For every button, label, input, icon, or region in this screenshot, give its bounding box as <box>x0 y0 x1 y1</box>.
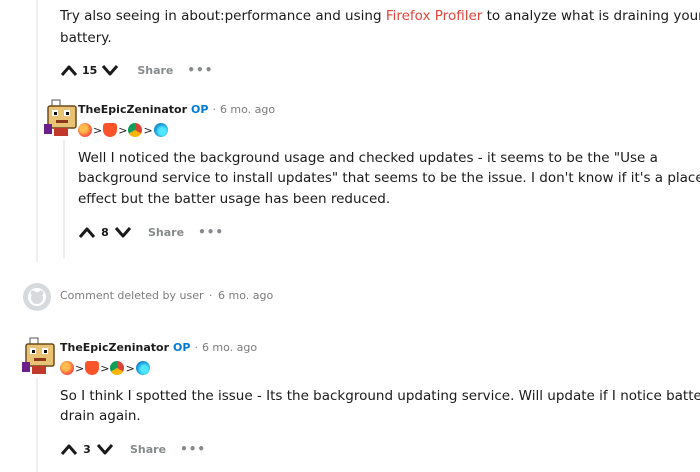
edge-icon <box>135 361 150 375</box>
op-badge: OP <box>173 340 191 354</box>
deleted-user-avatar <box>23 283 51 311</box>
chrome-icon <box>110 361 125 375</box>
more-options-button[interactable]: ••• <box>180 442 206 456</box>
vote-score: 8 <box>101 225 109 239</box>
meta-separator: · <box>194 340 198 354</box>
op-badge: OP <box>191 102 209 116</box>
comment-text: Try also seeing in about:performance and… <box>60 8 386 24</box>
vote-score: 15 <box>82 63 98 77</box>
edge-icon <box>153 123 168 137</box>
firefox-icon <box>60 361 74 375</box>
share-button[interactable]: Share <box>137 64 173 77</box>
comment-meta: TheEpicZeninator OP · 6 mo. ago <box>60 338 257 356</box>
firefox-icon <box>78 123 92 137</box>
arrow-up-icon[interactable] <box>58 438 80 460</box>
user-flair: > > > <box>78 121 168 139</box>
arrow-down-icon[interactable] <box>99 59 121 81</box>
flair-separator: > <box>125 361 135 375</box>
share-button[interactable]: Share <box>130 443 166 456</box>
thread-line-inner[interactable] <box>63 140 65 258</box>
deleted-comment-meta: Comment deleted by user · 6 mo. ago <box>60 289 273 302</box>
deleted-user-icon <box>28 288 46 306</box>
arrow-down-icon[interactable] <box>94 438 116 460</box>
comment-actions: 3 Share ••• <box>58 437 206 461</box>
firefox-profiler-link[interactable]: Firefox Profiler <box>386 8 483 24</box>
vote-score: 3 <box>83 442 91 456</box>
comment-body: Try also seeing in about:performance and… <box>60 4 700 28</box>
timestamp[interactable]: 6 mo. ago <box>218 289 273 302</box>
more-options-button[interactable]: ••• <box>198 225 224 239</box>
arrow-down-icon[interactable] <box>112 221 134 243</box>
avatar-icon <box>22 337 55 374</box>
brave-icon <box>103 123 118 137</box>
flair-separator: > <box>143 123 153 137</box>
avatar[interactable] <box>20 334 58 374</box>
deleted-comment-text: Comment deleted by user <box>60 289 204 302</box>
flair-separator: > <box>93 123 103 137</box>
comment-actions: 15 Share ••• <box>58 58 213 82</box>
comment-body: battery. <box>60 30 112 46</box>
comment-actions: 8 Share ••• <box>76 220 224 244</box>
comment-meta: TheEpicZeninator OP · 6 mo. ago <box>78 100 275 118</box>
timestamp[interactable]: 6 mo. ago <box>220 103 275 116</box>
comment-body-line: So I think I spotted the issue - Its the… <box>60 388 700 404</box>
comment-text: to analyze what is draining your <box>482 8 700 24</box>
more-options-button[interactable]: ••• <box>187 63 213 77</box>
flair-separator: > <box>100 361 110 375</box>
brave-icon <box>85 361 100 375</box>
comment-body-line: effect but the batter usage has been red… <box>78 191 391 207</box>
comment-body-line: drain again. <box>60 408 141 424</box>
user-flair: > > > <box>60 359 150 377</box>
flair-separator: > <box>118 123 128 137</box>
meta-separator: · <box>209 289 213 302</box>
share-button[interactable]: Share <box>148 226 184 239</box>
author-name[interactable]: TheEpicZeninator <box>60 341 169 354</box>
meta-separator: · <box>212 102 216 116</box>
avatar-icon <box>44 99 77 136</box>
timestamp[interactable]: 6 mo. ago <box>202 341 257 354</box>
avatar[interactable] <box>42 96 80 136</box>
arrow-up-icon[interactable] <box>58 59 80 81</box>
author-name[interactable]: TheEpicZeninator <box>78 103 187 116</box>
arrow-up-icon[interactable] <box>76 221 98 243</box>
chrome-icon <box>128 123 143 137</box>
thread-line-outer[interactable] <box>36 0 38 262</box>
thread-line-reply2[interactable] <box>36 378 38 472</box>
flair-separator: > <box>75 361 85 375</box>
